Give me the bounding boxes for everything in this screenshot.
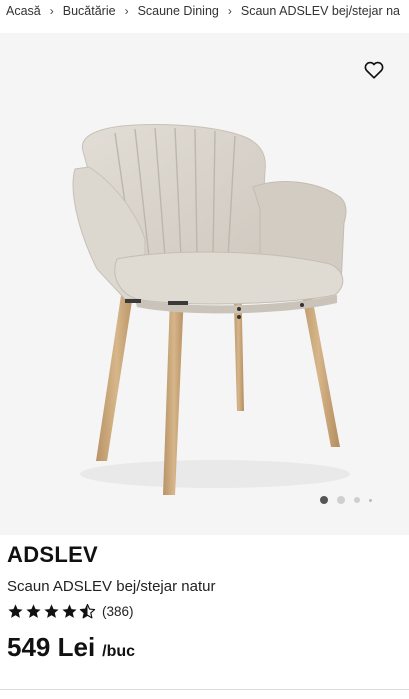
divider <box>0 689 409 690</box>
chevron-right-icon: › <box>124 4 129 18</box>
heart-outline-icon[interactable] <box>363 59 385 81</box>
breadcrumb-current-product[interactable]: Scaun ADSLEV bej/stejar na <box>241 4 400 18</box>
price-unit: /buc <box>102 643 136 660</box>
breadcrumb: Acasă › Bucătărie › Scaune Dining › Scau… <box>0 0 409 22</box>
carousel-dots <box>320 496 372 504</box>
rating-stars <box>7 603 96 620</box>
breadcrumb-home[interactable]: Acasă <box>6 4 41 18</box>
carousel-dot-3[interactable] <box>354 497 360 503</box>
carousel-dot-4[interactable] <box>369 498 372 502</box>
product-description: Scaun ADSLEV bej/stejar natur <box>7 578 216 595</box>
star-full-icon <box>26 604 41 618</box>
star-full-icon <box>44 604 59 618</box>
product-image-gallery[interactable] <box>0 33 409 535</box>
chevron-right-icon: › <box>227 4 232 18</box>
carousel-dot-2[interactable] <box>337 496 345 504</box>
product-title: ADSLEV <box>7 542 99 567</box>
price-block: 549 Lei /buc <box>7 632 135 663</box>
breadcrumb-dining-chairs[interactable]: Scaune Dining <box>138 4 219 18</box>
chevron-right-icon: › <box>49 4 54 18</box>
breadcrumb-kitchen[interactable]: Bucătărie <box>63 4 116 18</box>
review-count[interactable]: (386) <box>102 604 134 619</box>
product-price: 549 Lei <box>7 632 96 662</box>
star-full-icon <box>8 604 23 618</box>
star-half-icon <box>79 603 96 619</box>
product-rating[interactable]: (386) <box>7 603 134 620</box>
star-full-icon <box>62 604 77 618</box>
product-image[interactable] <box>55 89 365 509</box>
carousel-dot-1[interactable] <box>320 496 328 504</box>
